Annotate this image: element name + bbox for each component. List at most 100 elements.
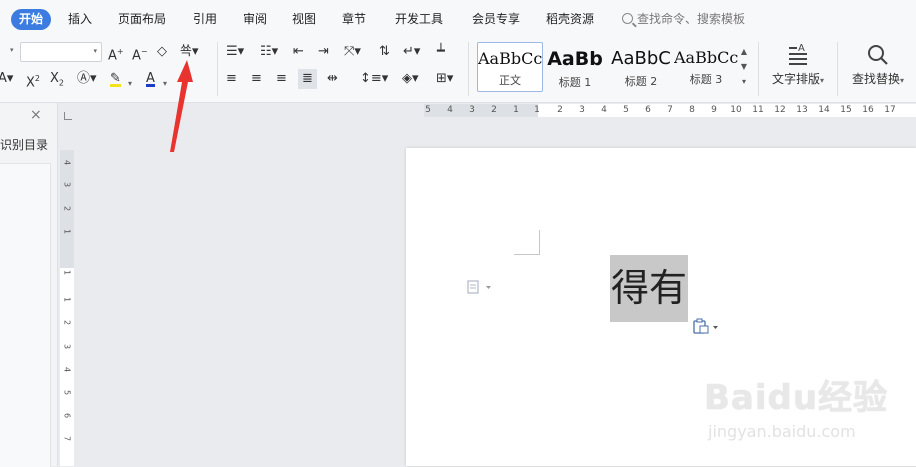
superscript-icon[interactable]: X2 (26, 71, 40, 90)
text-layout-icon: A (789, 43, 807, 65)
selected-text[interactable]: 得有 (610, 255, 689, 322)
recognize-toc-button[interactable]: 识别目录 (0, 136, 48, 153)
watermark-brand: Baidu经验 (704, 378, 889, 418)
separator (837, 42, 838, 96)
tab-home[interactable]: 开始 (11, 9, 52, 30)
font-shrink-icon[interactable]: A− (132, 44, 148, 63)
tab-chapter[interactable]: 章节 (342, 9, 366, 30)
text-layout-button[interactable]: A 文字排版▾ (766, 42, 830, 89)
tab-stop-selector[interactable] (64, 112, 72, 120)
ruler-tick: 13 (796, 105, 808, 115)
ribbon-toolbar: ▾ ▾ A+ A− ◇ 쑉▾ A▾ X2 X2 Ⓐ▾ ✎▾ A▾ ☐ ☰▾ ☷▾… (0, 38, 916, 103)
outdent-icon[interactable]: ⇤ (293, 44, 304, 60)
ruler-tick: 1 (513, 105, 519, 115)
ruler-tick: 11 (752, 105, 764, 115)
paste-options-icon[interactable] (692, 317, 722, 335)
tab-insert[interactable]: 插入 (68, 9, 92, 30)
ruler-tick: 3 (579, 105, 585, 115)
pinyin-icon[interactable]: 쑉▾ (180, 44, 199, 60)
ruler-tick: 5 (425, 105, 431, 115)
tab-references[interactable]: 引用 (193, 9, 217, 30)
svg-text:A: A (798, 43, 805, 54)
style-heading-1[interactable]: AaBb 标题 1 (543, 42, 607, 90)
tab-view[interactable]: 视图 (292, 9, 316, 30)
ruler-tick: 6 (645, 105, 651, 115)
font-color-icon[interactable]: A (146, 71, 155, 87)
align-center-icon[interactable]: ≡ (251, 71, 262, 87)
ruler-tick: 12 (774, 105, 786, 115)
tab-developer[interactable]: 开发工具 (395, 9, 443, 30)
align-left-icon[interactable]: ≡ (226, 71, 237, 87)
watermark-url: jingyan.baidu.com (708, 422, 856, 441)
grid-icon[interactable]: ┷ (437, 44, 445, 60)
search-placeholder: 查找命令、搜索模板 (637, 12, 746, 26)
ruler-tick: 17 (884, 105, 896, 115)
ruler-tick: 1 (62, 296, 72, 303)
ruler-tick: 3 (62, 343, 72, 350)
ruler-tick: 4 (601, 105, 607, 115)
highlight-dropdown[interactable]: ▾ (128, 76, 132, 92)
borders-icon[interactable]: ⊞▾ (436, 71, 453, 87)
style-preview: AaBb (547, 48, 603, 70)
style-heading-3[interactable]: AaBbCcD 标题 3 (674, 42, 738, 90)
numbering-icon[interactable]: ☷▾ (260, 44, 278, 60)
ruler-tick: 5 (62, 389, 72, 396)
ruler-tick: 2 (491, 105, 497, 115)
bullets-icon[interactable]: ☰▾ (226, 44, 244, 60)
text-effect-icon[interactable]: Ⓐ▾ (77, 71, 97, 87)
sort-icon[interactable]: ⇅ (379, 44, 390, 60)
margin-corner-mark (514, 230, 540, 255)
ruler-tick: 7 (62, 435, 72, 442)
paragraph-icon[interactable] (467, 280, 493, 294)
style-heading-2[interactable]: AaBbC 标题 2 (609, 42, 673, 90)
command-search[interactable]: 查找命令、搜索模板 (622, 9, 745, 30)
style-preview: AaBbCcD (674, 48, 738, 67)
close-icon[interactable]: × (30, 107, 42, 123)
vertical-ruler[interactable]: 4 3 2 1 1 1 2 3 4 5 6 7 (60, 150, 74, 466)
tab-review[interactable]: 审阅 (243, 9, 267, 30)
ruler-tick: 2 (557, 105, 563, 115)
style-label: 标题 1 (558, 76, 592, 89)
highlight-icon[interactable]: ✎ (110, 71, 121, 87)
ruler-tick: 4 (62, 159, 72, 166)
justify-icon[interactable]: ≣ (298, 69, 317, 89)
font-grow-icon[interactable]: A+ (108, 44, 124, 63)
indent-icon[interactable]: ⇥ (318, 44, 329, 60)
outline-list[interactable] (0, 163, 51, 467)
line-break-icon[interactable]: ↵▾ (403, 44, 420, 60)
horizontal-ruler[interactable]: 5 4 3 2 1 1 2 3 4 5 6 7 8 9 10 11 12 13 14 15 16 17 (424, 104, 916, 117)
ruler-tick: 2 (62, 205, 72, 212)
ruler-tick: 1 (62, 228, 72, 235)
ruler-tick: 14 (818, 105, 830, 115)
ruler-tick: 3 (62, 181, 72, 188)
ruler-tick: 1 (62, 269, 72, 276)
text-effect-left-icon[interactable]: A▾ (0, 71, 13, 87)
ruler-tick: 15 (840, 105, 852, 115)
ruler-tick: 4 (447, 105, 453, 115)
line-spacing-icon[interactable]: ↕≡▾ (360, 71, 388, 87)
tab-member[interactable]: 会员专享 (472, 9, 520, 30)
tab-docer-resources[interactable]: 稻壳资源 (546, 9, 594, 30)
ruler-tick: 7 (667, 105, 673, 115)
ruler-tick: 8 (689, 105, 695, 115)
ribbon-tab-bar: 开始 插入 页面布局 引用 审阅 视图 章节 开发工具 会员专享 稻壳资源 查找… (0, 0, 916, 38)
distribute-icon[interactable]: ⇹ (327, 71, 338, 87)
style-gallery-scroll[interactable]: ▲ ▼ ▾ (737, 44, 751, 92)
font-name-dropdown[interactable]: ▾ (10, 46, 14, 54)
eraser-icon[interactable]: ◇ (157, 44, 167, 60)
find-replace-button[interactable]: 查找替换▾ (845, 42, 911, 89)
navigation-panel: × 识别目录 (0, 103, 58, 467)
align-right-icon[interactable]: ≡ (276, 71, 287, 87)
style-label: 标题 2 (624, 75, 658, 88)
style-label: 标题 3 (689, 73, 723, 86)
ruler-tick: 9 (711, 105, 717, 115)
separator (217, 42, 218, 96)
ruler-tick: 10 (730, 105, 742, 115)
font-size-dropdown[interactable]: ▾ (20, 42, 102, 62)
chinese-layout-icon[interactable]: ⤧▾ (344, 44, 361, 60)
subscript-icon[interactable]: X2 (50, 71, 64, 88)
shading-icon[interactable]: ◈▾ (402, 71, 419, 87)
text-layout-label: 文字排版 (771, 72, 820, 86)
style-normal[interactable]: AaBbCcDd 正文 (477, 42, 543, 92)
tab-page-layout[interactable]: 页面布局 (118, 9, 166, 30)
